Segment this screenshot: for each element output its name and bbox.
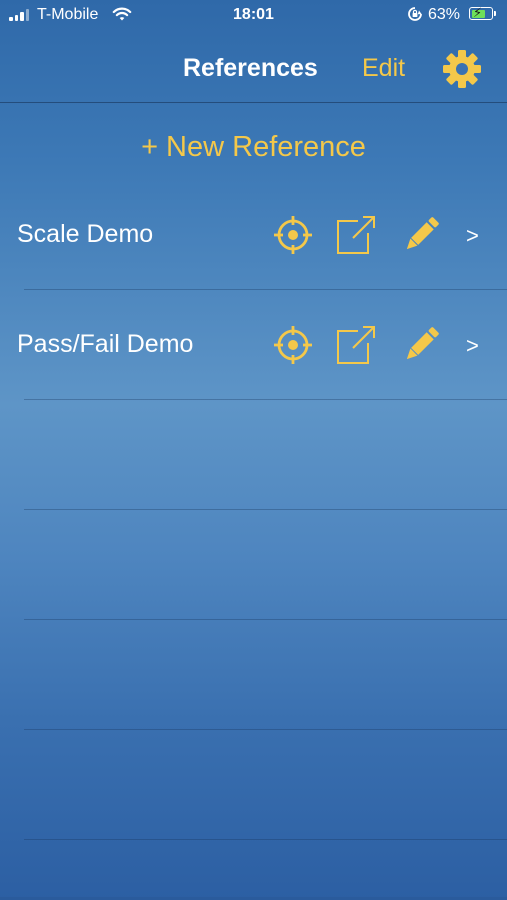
edit-button[interactable]: Edit	[362, 54, 405, 83]
reference-title: Pass/Fail Demo	[17, 330, 194, 358]
chevron-right-icon[interactable]: >	[466, 223, 479, 249]
row-divider	[24, 509, 507, 510]
list-item[interactable]: Pass/Fail Demo >	[0, 290, 507, 400]
target-icon[interactable]	[273, 215, 313, 255]
chevron-right-icon[interactable]: >	[466, 333, 479, 359]
reference-title: Scale Demo	[17, 220, 154, 248]
export-icon[interactable]	[336, 325, 376, 365]
navigation-bar: References Edit	[0, 30, 507, 103]
row-divider	[24, 729, 507, 730]
pencil-icon[interactable]	[401, 325, 441, 365]
row-divider	[24, 619, 507, 620]
battery-tip	[494, 11, 496, 16]
export-icon[interactable]	[336, 215, 376, 255]
page-title: References	[183, 54, 318, 82]
row-divider	[24, 839, 507, 840]
battery-percent: 63%	[428, 6, 461, 23]
bolt-icon: ⚡	[473, 5, 483, 20]
new-reference-button[interactable]: + New Reference	[0, 131, 507, 164]
row-divider	[24, 399, 507, 400]
gear-icon[interactable]	[442, 49, 482, 89]
target-icon[interactable]	[273, 325, 313, 365]
list-item[interactable]: Scale Demo >	[0, 180, 507, 290]
pencil-icon[interactable]	[401, 215, 441, 255]
orientation-lock-icon	[407, 6, 423, 27]
status-bar: T-Mobile 18:01 63% ⚡	[0, 0, 507, 30]
